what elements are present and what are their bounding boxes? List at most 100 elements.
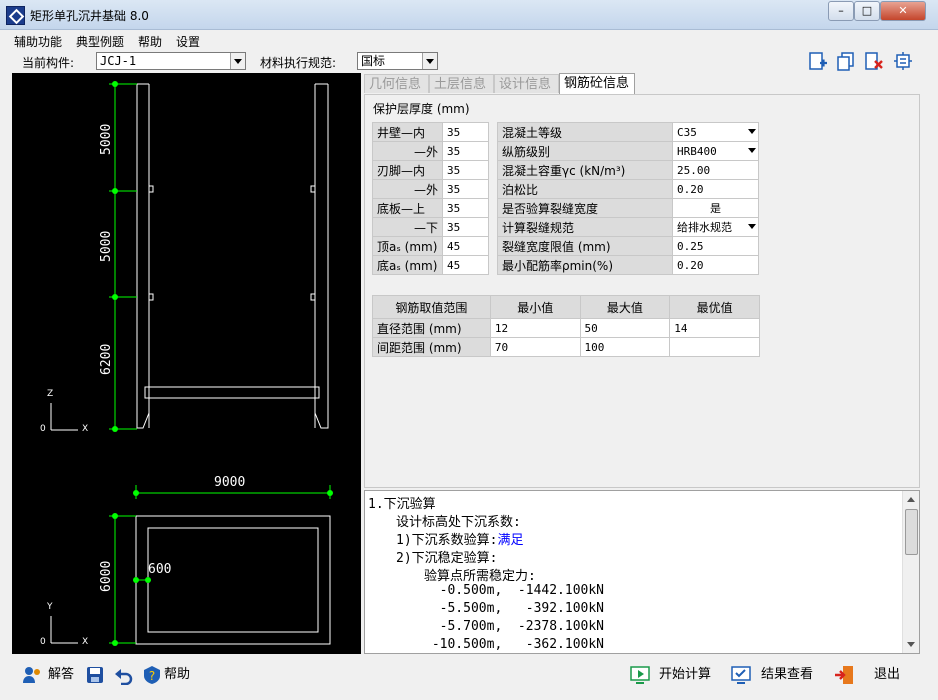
prop-select[interactable]: C35 [672,122,759,142]
output-scrollbar[interactable] [902,491,919,653]
cover-label: 刃脚—内 [372,160,443,180]
cover-value-field[interactable]: 35 [442,198,489,218]
prop-select[interactable]: 给排水规范 [672,217,759,237]
exit-button[interactable]: 退出 [874,664,900,686]
plan-width-dim: 9000 [214,475,246,490]
rebar-row: 直径范围 (mm) 12 50 14 [372,318,760,338]
cover-value-field[interactable]: 35 [442,141,489,161]
cover-value-field[interactable]: 35 [442,179,489,199]
prop-value-field[interactable]: 是 [672,198,759,218]
answer-button[interactable]: 解答 [48,664,74,686]
component-settings-icon[interactable] [893,51,913,71]
cover-value-field[interactable]: 35 [442,122,489,142]
cover-title: 保护层厚度 (mm) [373,102,470,116]
chevron-down-icon [422,53,437,69]
output-line: 设计标高处下沉系数: [396,511,521,530]
cover-value-field[interactable]: 45 [442,255,489,275]
cover-row: —下 35 [372,217,489,237]
cover-row: 底aₛ (mm) 45 [372,255,489,275]
prop-row: 混凝土容重γc (kN/m³) 25.00 [497,160,759,180]
rebar-concrete-panel: 保护层厚度 (mm) 井壁—内 35 —外 35 刃脚—内 35 —外 35 底板—上 35 —下 3… [364,94,920,488]
elev-dim-3: 6200 [99,343,114,375]
axis-x-label-plan: X [82,637,89,647]
prop-value-field[interactable]: 0.20 [672,255,759,275]
result-output[interactable]: 1.下沉验算 设计标高处下沉系数: 1)下沉系数验算:满足 2)下沉稳定验算: 验算点所… [364,490,920,654]
tab-rebar-concrete[interactable]: 钢筋砼信息 [559,73,635,94]
undo-icon[interactable] [113,665,133,685]
exit-icon [835,666,853,684]
elev-dim-2: 5000 [99,230,114,262]
minimize-button[interactable]: – [828,1,854,21]
tab-geometry[interactable]: 几何信息 [364,74,429,93]
drawing-canvas[interactable]: 5000 5000 6200 9000 6000 600 Z X 0 Y X 0 [12,73,361,654]
svg-text:?: ? [149,669,155,683]
cover-value-field[interactable]: 35 [442,160,489,180]
prop-row: 计算裂缝规范 给排水规范 [497,217,759,237]
rebar-value-field[interactable]: 14 [669,318,760,338]
prop-value: HRB400 [677,144,717,158]
output-line: -5.700m, -2378.100kN [424,619,604,634]
output-line-text: -0.500m, -1442.100kN [424,583,605,598]
prop-value: 给排水规范 [677,221,732,234]
prop-label: 混凝土容重γc (kN/m³) [497,160,673,180]
axis-x-label: X [82,424,89,434]
code-select[interactable]: 国标 [357,52,438,70]
output-line: -0.500m, -1442.100kN [424,583,604,598]
save-icon[interactable] [85,665,105,685]
output-line: 2)下沉稳定验算: [396,547,497,566]
delete-component-icon[interactable] [864,51,884,71]
component-label: 当前构件: [22,56,75,70]
view-results-button[interactable]: 结果查看 [761,664,813,686]
copy-component-icon[interactable] [836,51,856,71]
axis-z-label: Z [47,389,54,399]
chevron-down-icon [748,224,756,229]
menu-assist[interactable]: 辅助功能 [14,33,62,50]
rebar-range-table: 钢筋取值范围 最小值 最大值 最优值 直径范围 (mm) 12 50 14 间距范围 (mm) 7… [372,295,760,357]
menu-help[interactable]: 帮助 [138,33,162,50]
cover-label: 顶aₛ (mm) [372,236,443,256]
rebar-row-label: 直径范围 (mm) [372,318,491,338]
cover-value-field[interactable]: 45 [442,236,489,256]
axis-y-label: Y [47,602,53,612]
scroll-up-icon[interactable] [907,497,915,502]
elev-dim-1: 5000 [99,123,114,155]
component-select[interactable]: JCJ-1 [96,52,246,70]
rebar-value-field[interactable]: 50 [579,318,671,338]
plan-height-dim: 6000 [99,560,114,592]
cover-row: 井壁—内 35 [372,122,489,142]
prop-value: 0.20 [677,182,704,196]
menu-settings[interactable]: 设置 [176,33,200,50]
cover-value-field[interactable]: 35 [442,217,489,237]
scroll-down-icon[interactable] [907,642,915,647]
rebar-value-field[interactable]: 100 [579,337,671,357]
output-line: 验算点所需稳定力: [424,565,536,584]
prop-select[interactable]: HRB400 [672,141,759,161]
scroll-thumb[interactable] [905,509,918,555]
rebar-column-header: 钢筋取值范围 [372,295,491,319]
rebar-value-field[interactable]: 12 [489,318,581,338]
output-line: 1.下沉验算 [368,493,436,512]
close-button[interactable]: ✕ [880,1,926,21]
tab-soil[interactable]: 土层信息 [429,74,494,93]
structure-drawing [50,81,333,646]
new-component-icon[interactable] [808,51,828,71]
help-button[interactable]: 帮助 [164,664,190,686]
tab-design[interactable]: 设计信息 [494,74,559,93]
prop-row: 裂缝宽度限值 (mm) 0.25 [497,236,759,256]
prop-value-field[interactable]: 0.25 [672,236,759,256]
prop-value-field[interactable]: 0.20 [672,179,759,199]
output-line-text: -5.500m, -392.100kN [424,601,605,616]
cover-row: 底板—上 35 [372,198,489,218]
prop-label: 是否验算裂缝宽度 [497,198,673,218]
output-line-text: 1)下沉系数验算: [396,533,498,548]
menu-examples[interactable]: 典型例题 [76,33,124,50]
rebar-column-header: 最小值 [489,295,581,319]
output-line-text: 2)下沉稳定验算: [396,551,498,566]
rebar-value-field[interactable] [669,337,760,357]
rebar-value-field[interactable]: 70 [489,337,581,357]
prop-value: 是 [710,202,721,215]
prop-label: 最小配筋率ρmin(%) [497,255,673,275]
prop-value-field[interactable]: 25.00 [672,160,759,180]
start-calc-button[interactable]: 开始计算 [659,664,711,686]
maximize-button[interactable]: □ [854,1,880,21]
